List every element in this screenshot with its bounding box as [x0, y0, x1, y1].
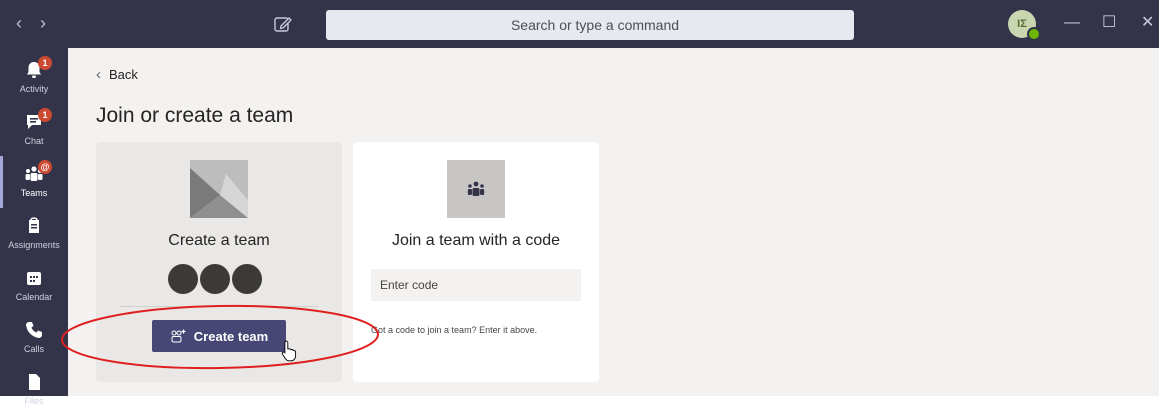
create-team-button[interactable]: Create team [152, 320, 286, 352]
sidebar-item-label: Files [24, 396, 44, 406]
title-bar: ‹ › Search or type a command IΣ — ☐ ✕ [0, 0, 1159, 48]
avatar-initials: IΣ [1017, 18, 1027, 30]
minimize-icon[interactable]: — [1064, 13, 1080, 33]
add-team-icon [171, 329, 186, 343]
create-team-button-label: Create team [193, 328, 269, 344]
back-label: Back [109, 67, 138, 82]
teams-icon [467, 181, 485, 196]
back-link[interactable]: ‹ Back [96, 66, 138, 83]
team-code-input[interactable] [371, 269, 581, 301]
join-team-icon-tile [447, 160, 505, 218]
search-placeholder: Search or type a command [510, 17, 680, 33]
assignments-icon [29, 217, 39, 233]
sidebar-item-teams[interactable]: @ Teams [0, 156, 68, 208]
activity-badge: 1 [38, 56, 52, 70]
person-icon [168, 264, 198, 294]
close-icon[interactable]: ✕ [1141, 13, 1154, 33]
chevron-left-icon: ‹ [96, 66, 101, 83]
join-code-hint: Got a code to join a team? Enter it abov… [371, 325, 538, 335]
hand-cursor-icon [281, 340, 297, 362]
create-team-title: Create a team [168, 232, 270, 249]
sidebar-item-label: Assignments [8, 240, 60, 250]
person-icon [232, 264, 262, 294]
maximize-icon[interactable]: ☐ [1102, 13, 1116, 33]
sidebar-item-label: Teams [20, 188, 48, 198]
calendar-icon [27, 272, 41, 285]
page-title: Join or create a team [96, 104, 294, 127]
sidebar-item-calls[interactable]: Calls [0, 312, 68, 364]
sidebar-item-files[interactable]: Files [0, 364, 68, 416]
search-bar[interactable]: Search or type a command [326, 10, 854, 40]
chat-badge: 1 [38, 108, 52, 122]
presence-available-icon [1027, 27, 1041, 41]
join-team-card: Join a team with a code Got a code to jo… [353, 142, 599, 382]
chevron-left-icon[interactable]: ‹ [16, 12, 22, 34]
card-divider [120, 306, 318, 307]
sidebar-item-chat[interactable]: 1 Chat [0, 104, 68, 156]
person-icon [200, 264, 230, 294]
app-rail: 1 Activity 1 Chat @ Teams Assignments Ca… [0, 48, 68, 406]
main-content: ‹ Back Join or create a team Create a te… [68, 48, 1159, 396]
sidebar-item-label: Activity [19, 84, 49, 94]
create-team-card[interactable]: Create a team Create team [96, 142, 342, 382]
sidebar-item-assignments[interactable]: Assignments [0, 208, 68, 260]
sidebar-item-label: Calendar [15, 292, 53, 302]
member-avatars [168, 264, 270, 294]
chevron-right-icon[interactable]: › [40, 12, 46, 34]
phone-icon [26, 322, 42, 338]
sidebar-item-label: Chat [24, 136, 44, 146]
team-image-placeholder-icon [190, 160, 248, 218]
compose-icon[interactable] [272, 13, 294, 35]
teams-mention-badge: @ [38, 160, 52, 174]
join-team-title: Join a team with a code [391, 232, 561, 249]
sidebar-item-activity[interactable]: 1 Activity [0, 52, 68, 104]
file-icon [29, 374, 40, 390]
sidebar-item-label: Calls [23, 344, 44, 354]
sidebar-item-calendar[interactable]: Calendar [0, 260, 68, 312]
